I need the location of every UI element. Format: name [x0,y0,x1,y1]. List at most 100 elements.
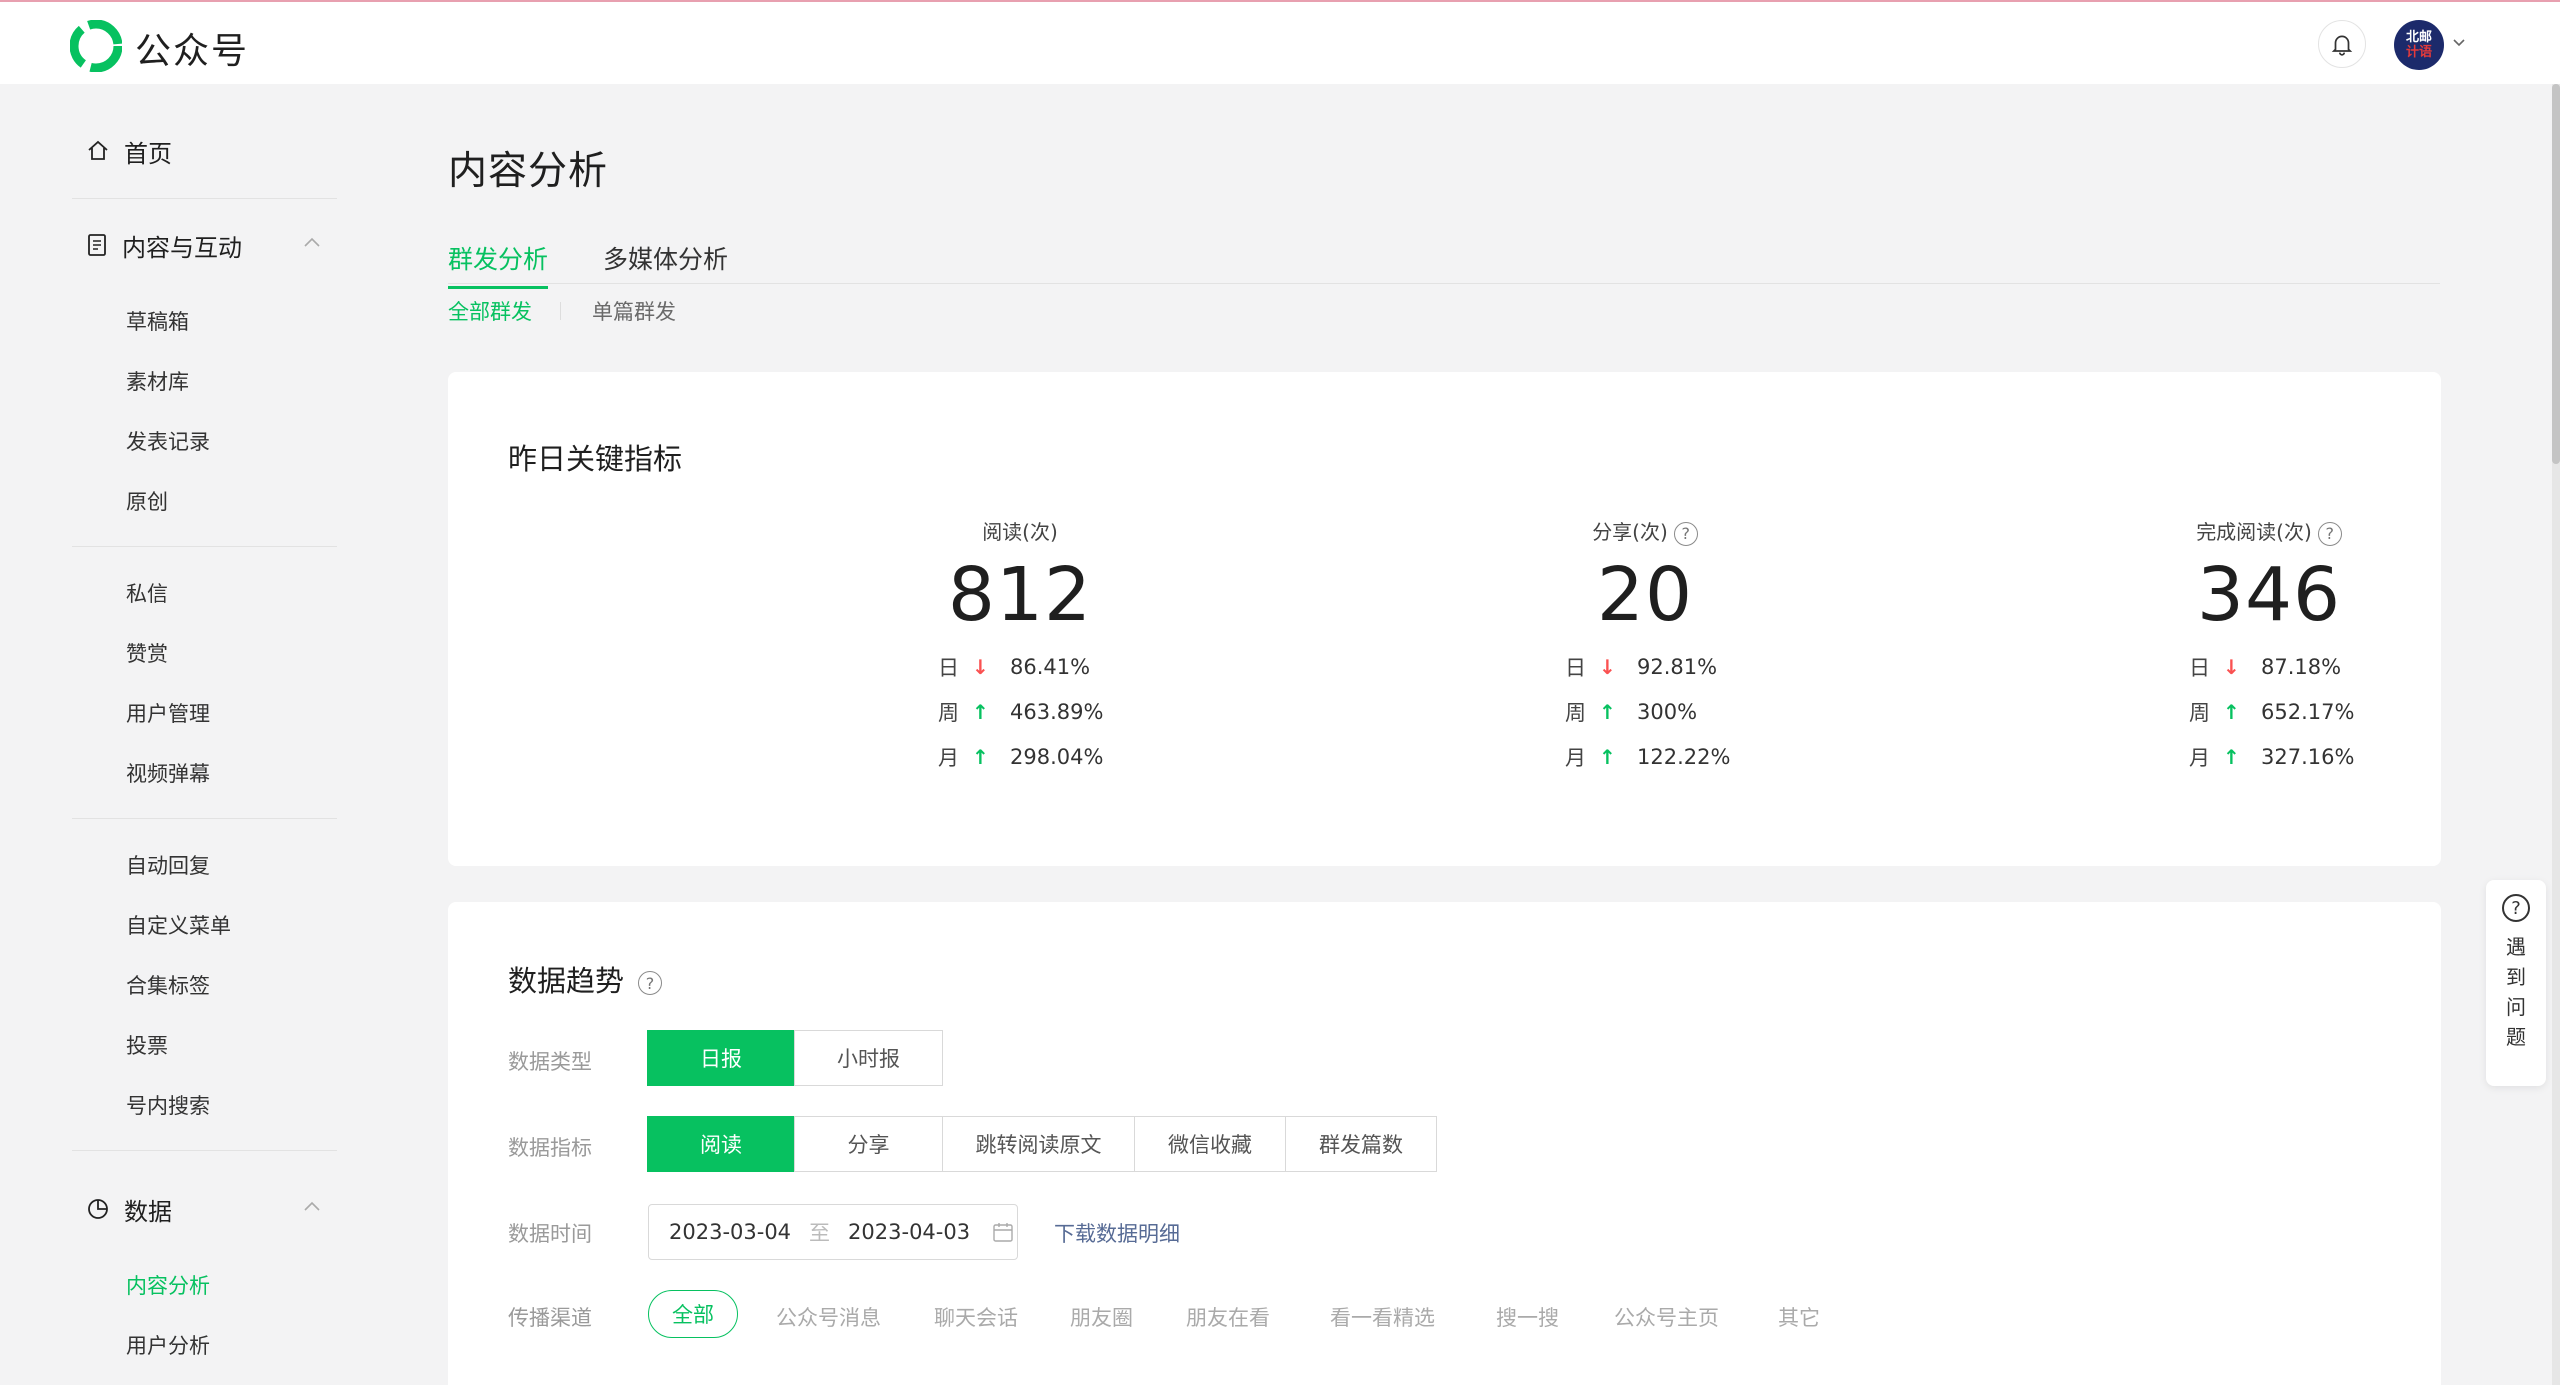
sidebar-item-collection-tags[interactable]: 合集标签 [126,970,210,1000]
metric-label-row: 分享(次)? [1445,516,1845,546]
avatar-text-top: 北邮 [2405,30,2432,45]
help-icon[interactable]: ? [638,971,663,995]
channel-other[interactable]: 其它 [1778,1302,1820,1332]
arrow-up-icon: ↑ [2223,700,2240,724]
channel-label: 传播渠道 [508,1306,592,1330]
sidebar-section-content[interactable]: 内容与互动 [86,220,242,270]
data-type-daily-button[interactable]: 日报 [647,1030,795,1086]
sidebar-item-auto-reply[interactable]: 自动回复 [126,850,210,880]
sidebar-item-user-management[interactable]: 用户管理 [126,698,210,728]
sidebar-item-vote[interactable]: 投票 [126,1030,168,1060]
data-type-label: 数据类型 [508,1050,592,1074]
arrow-down-icon: ↓ [1599,655,1616,679]
top-bar: 公众号 北邮 计语 [0,0,2560,84]
data-type-segment: 日报 小时报 [647,1030,943,1086]
document-icon [88,234,106,256]
chevron-down-icon[interactable] [2452,38,2466,48]
metric-read-button[interactable]: 阅读 [647,1116,795,1172]
metric-label: 完成阅读(次) [2196,520,2312,544]
calendar-icon[interactable] [992,1221,1014,1243]
channel-official-messages[interactable]: 公众号消息 [776,1302,881,1332]
sidebar-item-content-analysis[interactable]: 内容分析 [126,1270,210,1300]
change-day: 日 ↓ 92.81% [1565,655,1718,680]
date-range-picker[interactable]: 2023-03-04 至 2023-04-03 [648,1204,1018,1260]
sidebar-item-video-danmaku[interactable]: 视频弹幕 [126,758,210,788]
change-week: 周 ↑ 463.89% [938,700,1104,725]
main-tabs: 群发分析 多媒体分析 [448,240,2440,289]
change-week: 周 ↑ 652.17% [2189,700,2355,725]
sidebar-item-rewards[interactable]: 赞赏 [126,638,168,668]
metric-value: 812 [947,552,1093,638]
arrow-up-icon: ↑ [1599,745,1616,769]
sidebar-item-label: 首页 [124,139,172,168]
arrow-down-icon: ↓ [2223,655,2240,679]
date-start[interactable]: 2023-03-04 [669,1220,791,1244]
sidebar-item-drafts[interactable]: 草稿箱 [126,306,189,336]
channel-search[interactable]: 搜一搜 [1496,1302,1559,1332]
divider [72,818,337,819]
subtab-divider [560,302,561,320]
home-icon [88,140,108,160]
scrollbar-thumb[interactable] [2552,84,2560,464]
sidebar-item-user-analysis[interactable]: 用户分析 [126,1330,210,1360]
subtab-single-mass-send[interactable]: 单篇群发 [592,296,676,326]
key-metrics-title: 昨日关键指标 [508,442,683,476]
sidebar-item-custom-menu[interactable]: 自定义菜单 [126,910,231,940]
help-icon[interactable]: ? [1673,521,1698,546]
metric-read-original-button[interactable]: 跳转阅读原文 [942,1116,1135,1172]
tab-multimedia-analysis[interactable]: 多媒体分析 [603,240,728,286]
change-month: 月 ↑ 298.04% [938,745,1104,770]
sidebar-item-publish-records[interactable]: 发表记录 [126,426,210,456]
chevron-up-icon[interactable] [302,1200,322,1214]
avatar[interactable]: 北邮 计语 [2394,20,2444,70]
metric-value: 20 [1596,552,1694,638]
data-type-hourly-button[interactable]: 小时报 [794,1030,943,1086]
brand-name[interactable]: 公众号 [135,22,249,74]
metric-value: 346 [2196,552,2342,638]
page-title: 内容分析 [448,149,609,194]
change-week: 周 ↑ 300% [1565,700,1698,725]
metric-wechat-favorite-button[interactable]: 微信收藏 [1134,1116,1286,1172]
sidebar-section-label: 内容与互动 [122,233,242,262]
chevron-up-icon[interactable] [302,236,322,250]
arrow-up-icon: ↑ [1599,700,1616,724]
channel-chat-sessions[interactable]: 聊天会话 [934,1302,1018,1332]
metric-share-button[interactable]: 分享 [794,1116,943,1172]
wechat-mp-logo-icon[interactable] [70,20,122,72]
sidebar-item-materials[interactable]: 素材库 [126,366,189,396]
sidebar-item-home[interactable]: 首页 [86,126,172,176]
sidebar-item-original[interactable]: 原创 [126,486,168,516]
data-trend-card: 数据趋势? 数据类型 日报 小时报 数据指标 阅读 分享 跳转阅读原文 微信收藏… [448,902,2441,1385]
channel-moments[interactable]: 朋友圈 [1070,1302,1133,1332]
download-details-link[interactable]: 下载数据明细 [1054,1218,1180,1248]
date-separator: 至 [809,1221,831,1245]
change-month: 月 ↑ 122.22% [1565,745,1731,770]
channel-friends-watching[interactable]: 朋友在看 [1186,1302,1270,1332]
help-float-label: 遇到问题 [2506,935,2526,1049]
notification-bell-icon[interactable] [2318,20,2366,68]
channel-account-homepage[interactable]: 公众号主页 [1614,1302,1719,1332]
change-month: 月 ↑ 327.16% [2189,745,2355,770]
sidebar-section-data[interactable]: 数据 [86,1184,172,1234]
subtab-all-mass-send[interactable]: 全部群发 [448,296,532,326]
pie-chart-icon [88,1199,108,1219]
date-end[interactable]: 2023-04-03 [848,1220,970,1244]
help-icon[interactable]: ? [2317,521,2342,546]
arrow-up-icon: ↑ [972,745,989,769]
channel-all[interactable]: 全部 [648,1290,738,1338]
data-trend-title: 数据趋势? [508,958,663,1000]
key-metrics-card: 昨日关键指标 阅读(次) 812 日 ↓ 86.41% 周 ↑ 463.89% 月 ↑ 29… [448,372,2441,866]
arrow-up-icon: ↑ [972,700,989,724]
channel-top-stories[interactable]: 看一看精选 [1330,1302,1435,1332]
divider [72,198,337,199]
data-metric-label: 数据指标 [508,1136,592,1160]
tab-mass-send-analysis[interactable]: 群发分析 [448,240,549,289]
metric-label: 阅读(次) [982,520,1058,544]
help-float-button[interactable]: ? 遇到问题 [2486,880,2546,1086]
avatar-text-bottom: 计语 [2405,45,2432,60]
metric-mass-send-count-button[interactable]: 群发篇数 [1285,1116,1437,1172]
sidebar-item-messages[interactable]: 私信 [126,578,168,608]
metric-label: 分享(次) [1592,520,1668,544]
change-day: 日 ↓ 86.41% [938,655,1091,680]
sidebar-item-in-account-search[interactable]: 号内搜索 [126,1090,210,1120]
